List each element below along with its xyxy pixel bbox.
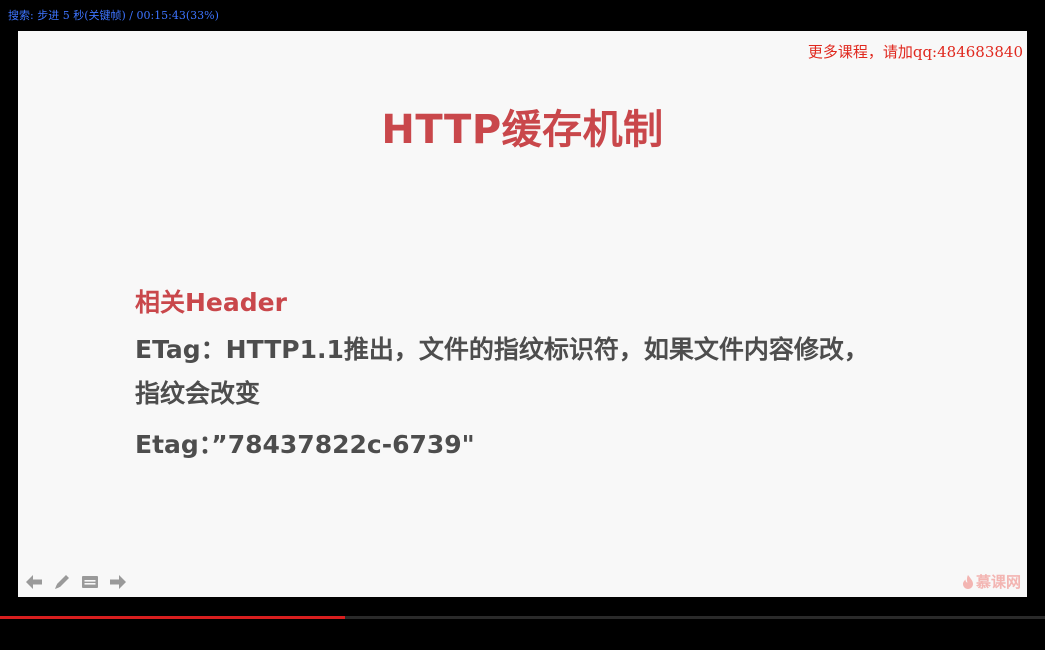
section-heading: 相关Header [135, 288, 287, 317]
body-line-etag-example: Etag：”78437822c-6739" [135, 430, 475, 459]
playback-status-text: 搜索: 步进 5 秒(关键帧) / 00:15:43(33%) [8, 9, 219, 22]
slide-toolbar [24, 572, 128, 592]
playback-progress-fill [0, 616, 345, 619]
brand-logo: 慕课网 [962, 571, 1021, 592]
pen-icon[interactable] [52, 572, 72, 592]
brand-logo-text: 慕课网 [975, 573, 1021, 591]
playback-progress-bar[interactable] [0, 616, 1045, 619]
arrow-right-icon[interactable] [108, 572, 128, 592]
promo-text: 更多课程，请加qq:484683840 [807, 43, 1023, 61]
body-line-etag-cont: 指纹会改变 [135, 379, 261, 408]
menu-icon[interactable] [80, 572, 100, 592]
slide-canvas: 更多课程，请加qq:484683840 HTTP缓存机制 相关Header ET… [18, 31, 1027, 597]
slide-title: HTTP缓存机制 [381, 107, 664, 153]
flame-icon [962, 574, 973, 589]
body-line-etag: ETag：HTTP1.1推出，文件的指纹标识符，如果文件内容修改， [135, 335, 869, 364]
slide-content: 相关Header ETag：HTTP1.1推出，文件的指纹标识符，如果文件内容修… [135, 283, 967, 471]
arrow-left-icon[interactable] [24, 572, 44, 592]
